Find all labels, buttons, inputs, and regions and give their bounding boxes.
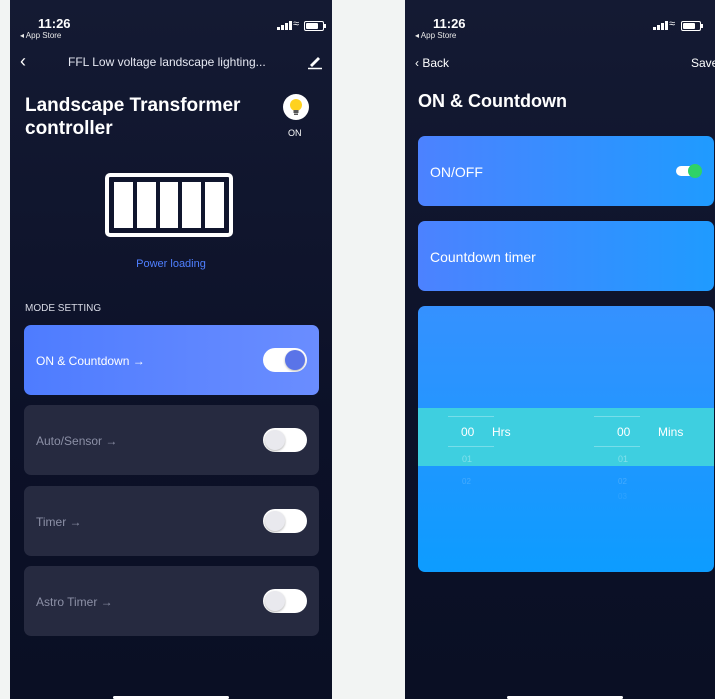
signal-icon [277, 21, 292, 30]
wifi-icon: ≈ [293, 18, 300, 30]
picker-option[interactable]: 02 [462, 477, 471, 486]
picker-option[interactable]: 03 [618, 492, 627, 501]
hours-unit: Hrs [492, 425, 511, 439]
onoff-label: ON/OFF [430, 164, 483, 180]
countdown-timer-label: Countdown timer [430, 249, 536, 265]
picker-divider [448, 416, 494, 417]
picker-option[interactable]: 02 [618, 477, 627, 486]
toggle-knob [265, 430, 285, 450]
minutes-value[interactable]: 00 [617, 425, 630, 439]
pencil-icon[interactable] [306, 52, 324, 70]
countdown-timer-card[interactable]: Countdown timer [418, 221, 714, 291]
picker-divider [448, 446, 494, 447]
hours-value[interactable]: 00 [461, 425, 474, 439]
power-bar [205, 182, 224, 228]
status-time: 11:26 [38, 16, 71, 31]
toggle-knob [285, 350, 305, 370]
mode-card-auto-sensor[interactable]: Auto/Sensor → [24, 405, 319, 475]
toggle-knob [265, 511, 285, 531]
status-time: 11:26 [433, 16, 466, 31]
back-to-app-store[interactable]: ◂ App Store [20, 31, 61, 40]
power-loading-label: Power loading [136, 258, 206, 270]
mode-card-timer[interactable]: Timer → [24, 486, 319, 556]
mode-toggle-on-countdown[interactable] [263, 348, 307, 372]
onoff-toggle[interactable] [676, 164, 702, 178]
mode-card-on-countdown[interactable]: ON & Countdown → [24, 325, 319, 395]
power-bar [182, 182, 202, 228]
power-bar [159, 182, 179, 228]
mode-label: Timer → [36, 515, 82, 529]
picker-divider [594, 446, 640, 447]
mode-toggle-timer[interactable] [263, 509, 307, 533]
picker-divider [594, 416, 640, 417]
lightbulb-icon [290, 99, 302, 115]
status-bar: 11:26 ◂ App Store ≈ [10, 0, 332, 42]
right-phone-screen: 11:26 ◂ App Store ≈ ‹ Back Save ON & Cou… [405, 0, 715, 699]
wifi-icon: ≈ [669, 18, 676, 30]
mode-toggle-astro-timer[interactable] [263, 589, 307, 613]
bulb-state-label: ON [288, 128, 302, 138]
device-title: FFL Low voltage landscape lighting... [68, 55, 266, 69]
page-title: Landscape Transformer controller [25, 95, 241, 139]
onoff-card: ON/OFF [418, 136, 714, 206]
page-title: ON & Countdown [418, 91, 567, 111]
power-bar [114, 182, 133, 228]
back-chevron-icon[interactable]: ‹ [20, 52, 26, 70]
power-bar [136, 182, 156, 228]
mode-label: ON & Countdown → [36, 354, 145, 368]
picker-option[interactable]: 01 [618, 454, 628, 464]
back-to-app-store[interactable]: ◂ App Store [415, 31, 456, 40]
left-phone-screen: 11:26 ◂ App Store ≈ ‹ FFL Low voltage la… [10, 0, 332, 699]
mode-label: Astro Timer → [36, 595, 113, 609]
battery-icon [681, 21, 703, 31]
toggle-knob [688, 164, 702, 178]
status-bar: 11:26 ◂ App Store ≈ [405, 0, 715, 42]
power-level-icon [105, 173, 233, 237]
picker-option[interactable]: 01 [462, 454, 472, 464]
mode-section-label: MODE SETTING [25, 303, 102, 314]
countdown-time-picker[interactable]: 00 Hrs 00 Mins 01 01 02 02 03 [418, 306, 714, 572]
mode-card-astro-timer[interactable]: Astro Timer → [24, 566, 319, 636]
mode-toggle-auto-sensor[interactable] [263, 428, 307, 452]
signal-icon [653, 21, 668, 30]
back-button[interactable]: ‹ Back [415, 56, 449, 70]
lightbulb-toggle[interactable] [283, 94, 309, 120]
battery-icon [304, 21, 326, 31]
minutes-unit: Mins [658, 425, 684, 439]
toggle-knob [265, 591, 285, 611]
save-button[interactable]: Save [691, 56, 715, 70]
mode-label: Auto/Sensor → [36, 434, 118, 448]
